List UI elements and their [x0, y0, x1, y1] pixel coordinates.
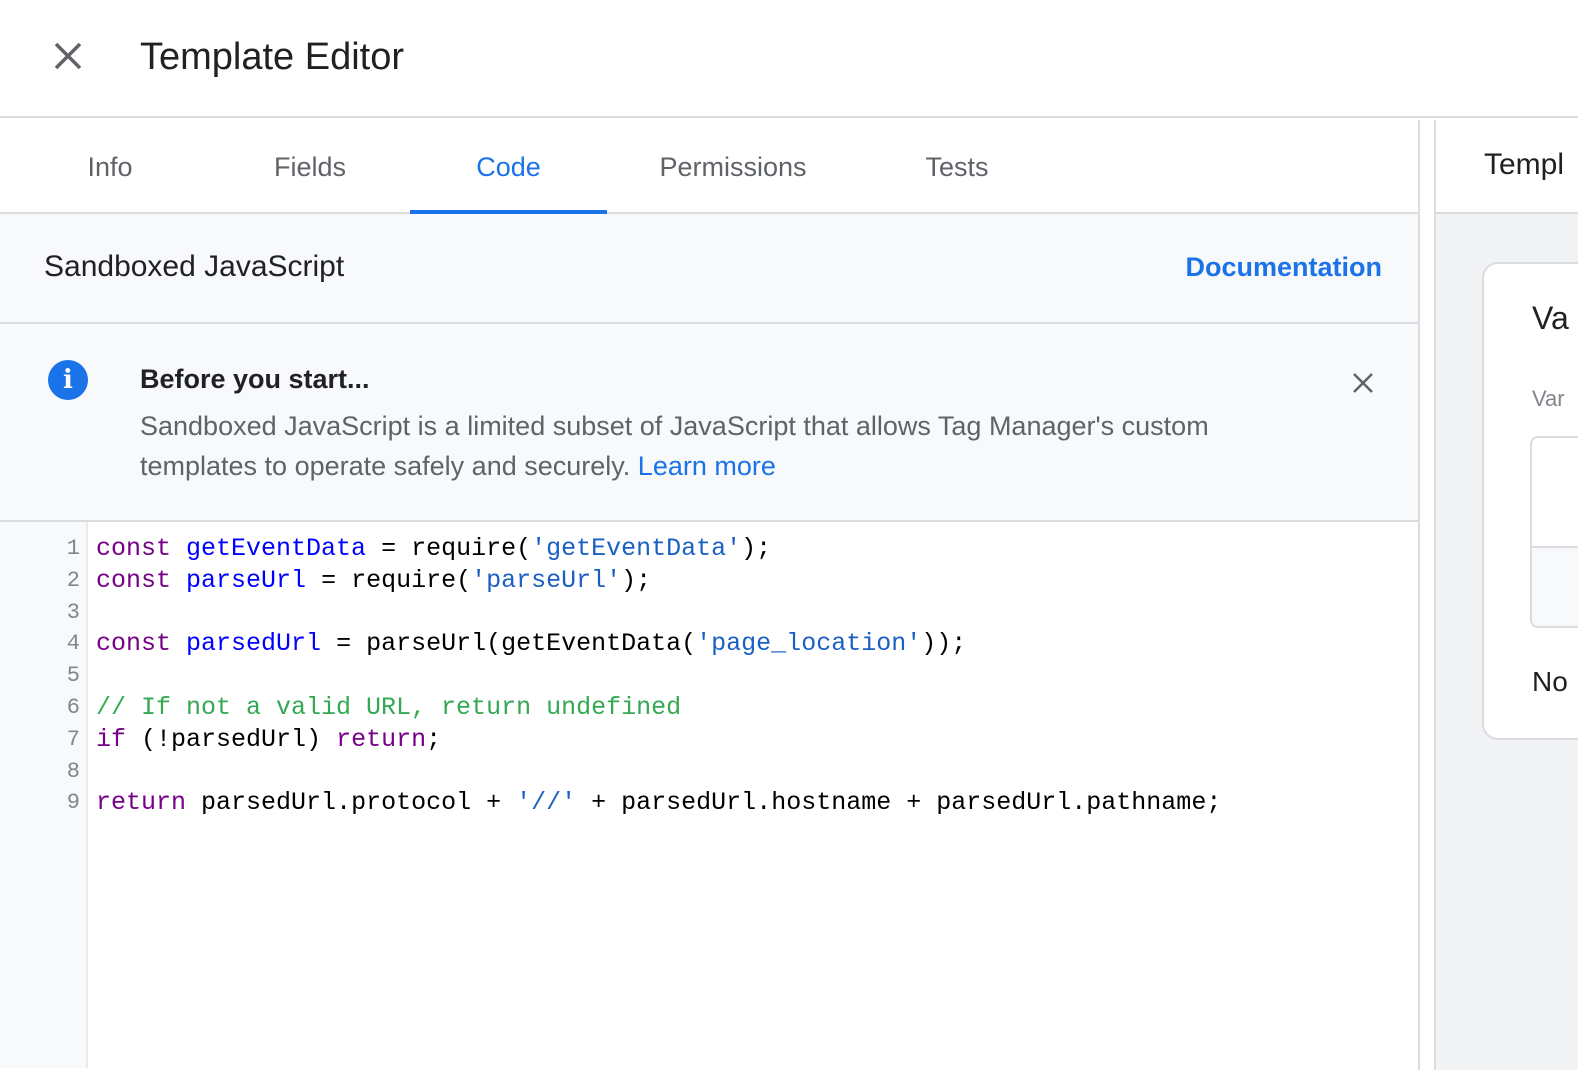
notice-banner: i Before you start... Sandboxed JavaScri… [0, 324, 1418, 522]
line-number: 3 [66, 599, 80, 625]
line-number: 9 [66, 790, 80, 816]
line-number-gutter: 1 2 3 4 5 6 7 8 9 [0, 522, 88, 1068]
tab-info[interactable]: Info [40, 120, 180, 214]
tab-tests[interactable]: Tests [890, 120, 1024, 214]
card-title: Va [1532, 300, 1569, 336]
code-line: const getEventData = require('getEventDa… [96, 534, 772, 563]
line-number: 1 [66, 536, 80, 561]
line-number: 6 [66, 695, 80, 720]
section-title: Sandboxed JavaScript [44, 250, 345, 283]
card-input-box[interactable] [1530, 436, 1578, 628]
line-number: 8 [66, 758, 80, 784]
line-number: 4 [66, 631, 80, 657]
close-icon[interactable] [50, 38, 86, 74]
info-icon: i [48, 360, 88, 400]
documentation-link[interactable]: Documentation [1185, 252, 1382, 283]
dismiss-notice-icon[interactable] [1352, 372, 1374, 394]
preview-card: Va Var No [1482, 262, 1578, 740]
tab-bar: Info Fields Code Permissions Tests [0, 120, 1418, 214]
header: Template Editor [0, 0, 1578, 118]
card-label: Var [1532, 386, 1565, 411]
tab-permissions[interactable]: Permissions [640, 120, 826, 214]
learn-more-link[interactable]: Learn more [638, 451, 776, 481]
card-footer: No [1532, 666, 1568, 697]
code-editor[interactable]: 1 2 3 4 5 6 7 8 9 const getEventData = require('… [0, 522, 1418, 1068]
notice-body: Sandboxed JavaScript is a limited subset… [140, 406, 1320, 486]
section-header: Sandboxed JavaScript Documentation [0, 214, 1418, 324]
editor-panel: Info Fields Code Permissions Tests Sandb… [0, 120, 1420, 1070]
tab-fields[interactable]: Fields [240, 120, 380, 214]
tab-code[interactable]: Code [410, 120, 607, 214]
code-line: const parseUrl = require('parseUrl'); [96, 565, 652, 595]
line-number: 2 [66, 567, 80, 593]
page-title: Template Editor [140, 36, 405, 78]
line-number: 7 [66, 726, 80, 752]
preview-title: Templ [1436, 120, 1578, 214]
line-number: 5 [66, 663, 80, 689]
notice-title: Before you start... [140, 364, 370, 394]
code-line: // If not a valid URL, return undefined [96, 693, 682, 722]
code-line: return parsedUrl.protocol + '//' + parse… [96, 788, 1222, 818]
code-line: const parsedUrl = parseUrl(getEventData(… [96, 629, 967, 659]
preview-panel: Templ Va Var No [1434, 120, 1578, 1070]
code-line: if (!parsedUrl) return; [96, 724, 442, 754]
